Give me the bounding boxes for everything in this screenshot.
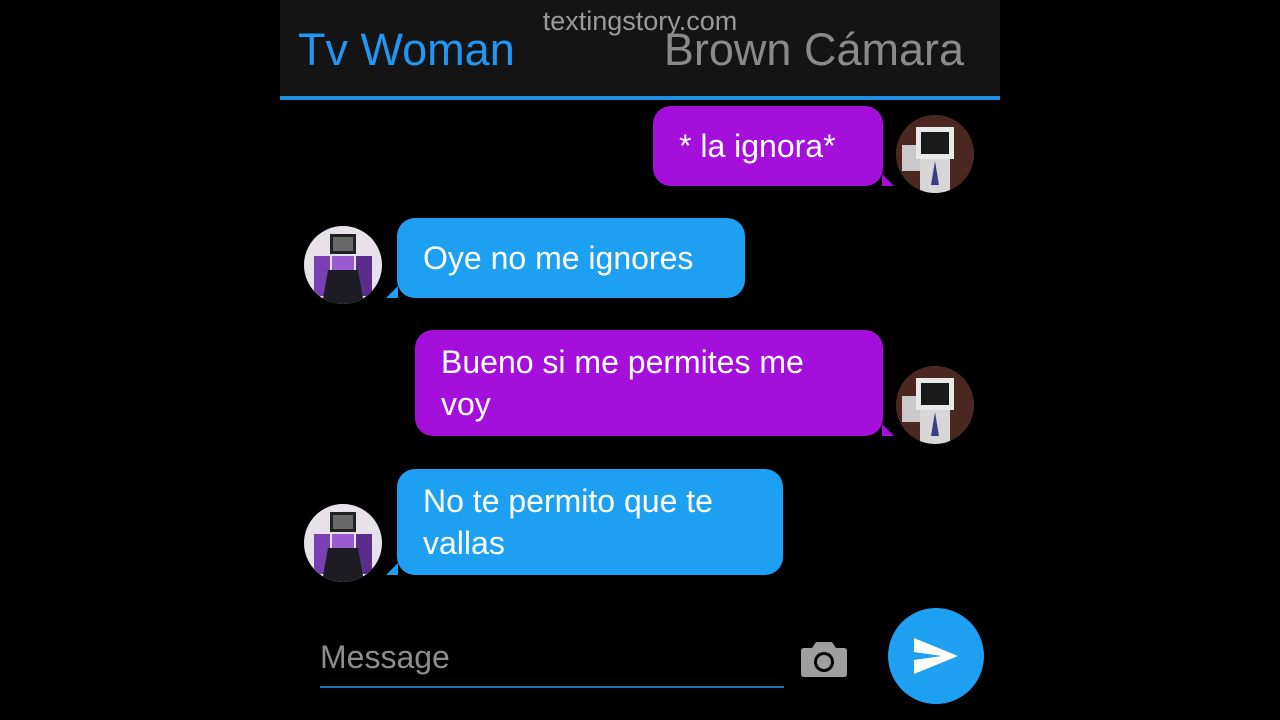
avatar-tv-woman[interactable] (304, 226, 382, 304)
chat-header: textingstory.com Tv Woman Brown Cámara (280, 0, 1000, 100)
bubble-tail (386, 286, 398, 298)
message-text: No te permito que te vallas (423, 483, 713, 561)
contact-name-brown-camara[interactable]: Brown Cámara (664, 24, 964, 76)
chat-screen: textingstory.com Tv Woman Brown Cámara *… (280, 0, 1000, 720)
bubble-tail (882, 424, 894, 436)
avatar-brown-camara[interactable] (896, 115, 974, 193)
message-text: Oye no me ignores (423, 240, 694, 276)
bubble-tail (882, 174, 894, 186)
message-bubble-1: * la ignora* (653, 106, 883, 186)
bubble-tail (386, 563, 398, 575)
avatar-tv-woman[interactable] (304, 504, 382, 582)
message-text: Bueno si me permites me voy (441, 344, 804, 422)
message-text: * la ignora* (679, 128, 836, 164)
message-bubble-2: Oye no me ignores (397, 218, 745, 298)
send-button[interactable] (888, 608, 984, 704)
message-composer (320, 630, 784, 688)
message-input[interactable] (320, 630, 784, 684)
message-bubble-4: No te permito que te vallas (397, 469, 783, 575)
send-icon (914, 638, 958, 674)
contact-name-tv-woman[interactable]: Tv Woman (298, 24, 515, 76)
camera-button[interactable] (800, 638, 848, 678)
message-bubble-3: Bueno si me permites me voy (415, 330, 883, 436)
avatar-brown-camara[interactable] (896, 366, 974, 444)
camera-icon (801, 642, 847, 677)
